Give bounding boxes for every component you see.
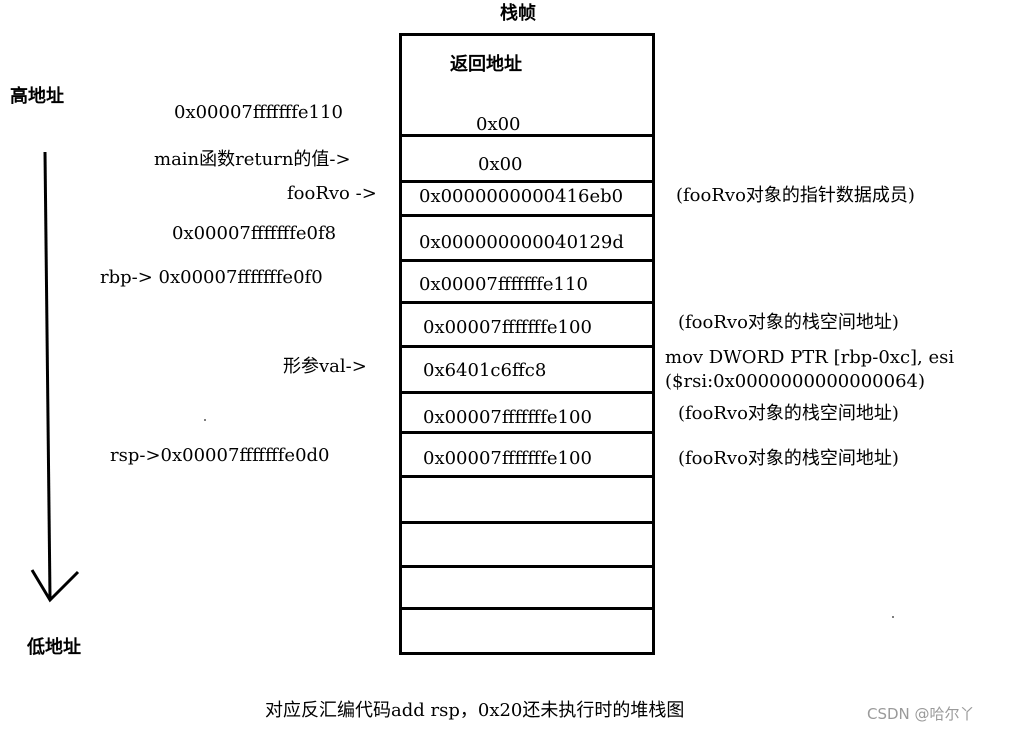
stack-cell-empty <box>402 524 652 568</box>
stack-cell-e0f8: 0x000000000040129d <box>402 217 652 262</box>
label-main-return: main函数return的值-> <box>154 149 351 170</box>
label-foorvo: fooRvo -> <box>287 183 377 204</box>
stack-cell-text: 0x0000000000416eb0 <box>419 186 624 207</box>
stack-cell-return-address: 返回地址 0x00 <box>402 36 652 137</box>
note-mov-instruction: mov DWORD PTR [rbp-0xc], esi <box>665 347 955 368</box>
stack-cell-text: 0x00007fffffffe110 <box>419 274 588 295</box>
stack-cell-foorvo: 0x0000000000416eb0 <box>402 183 652 217</box>
stack-cell-rbp: 0x00007fffffffe110 <box>402 262 652 304</box>
label-rbp: rbp-> 0x00007fffffffe0f0 <box>100 267 323 288</box>
caption: 对应反汇编代码add rsp，0x20还未执行时的堆栈图 <box>265 700 685 721</box>
stack-cell-foorvo-addr: 0x00007fffffffe100 <box>402 304 652 348</box>
stack-cell-text: 0x00007fffffffe100 <box>423 317 592 338</box>
stack-cell-text: 返回地址 <box>450 54 522 75</box>
stack-frame: 返回地址 0x00 0x00 0x0000000000416eb0 0x0000… <box>399 33 655 655</box>
watermark: CSDN @哈尔丫 <box>867 705 975 723</box>
label-rsp: rsp->0x00007fffffffe0d0 <box>110 445 330 466</box>
stack-cell-text: 0x00007fffffffe100 <box>423 407 592 428</box>
stack-cell-text: 0x00 <box>478 154 523 175</box>
note-foorvo-stack-addr-2: (fooRvo对象的栈空间地址) <box>678 403 899 424</box>
note-foorvo-pointer: (fooRvo对象的指针数据成员) <box>676 185 915 206</box>
stack-cell-rsp: 0x00007fffffffe100 <box>402 434 652 478</box>
label-e0f8: 0x00007fffffffe0f8 <box>172 223 337 244</box>
stack-cell-text: 0x000000000040129d <box>419 232 624 253</box>
stack-cell-empty <box>402 478 652 524</box>
stack-cell-text: 0x00 <box>476 114 521 135</box>
stack-cell-text: 0x00007fffffffe100 <box>423 448 592 469</box>
note-rsi-value: ($rsi:0x0000000000000064) <box>665 371 925 392</box>
label-param-val: 形参val-> <box>283 356 367 377</box>
stack-cell-empty <box>402 610 652 652</box>
label-e110: 0x00007fffffffe110 <box>174 102 343 123</box>
note-foorvo-stack-addr: (fooRvo对象的栈空间地址) <box>678 312 899 333</box>
note-foorvo-stack-addr-3: (fooRvo对象的栈空间地址) <box>678 448 899 469</box>
stack-cell-param-val: 0x6401c6ffc8 <box>402 348 652 394</box>
stack-cell-foorvo-addr-2: 0x00007fffffffe100 <box>402 394 652 434</box>
stack-cell-text: 0x6401c6ffc8 <box>423 360 547 381</box>
stack-cell-main-return: 0x00 <box>402 137 652 183</box>
stack-cell-empty <box>402 568 652 610</box>
